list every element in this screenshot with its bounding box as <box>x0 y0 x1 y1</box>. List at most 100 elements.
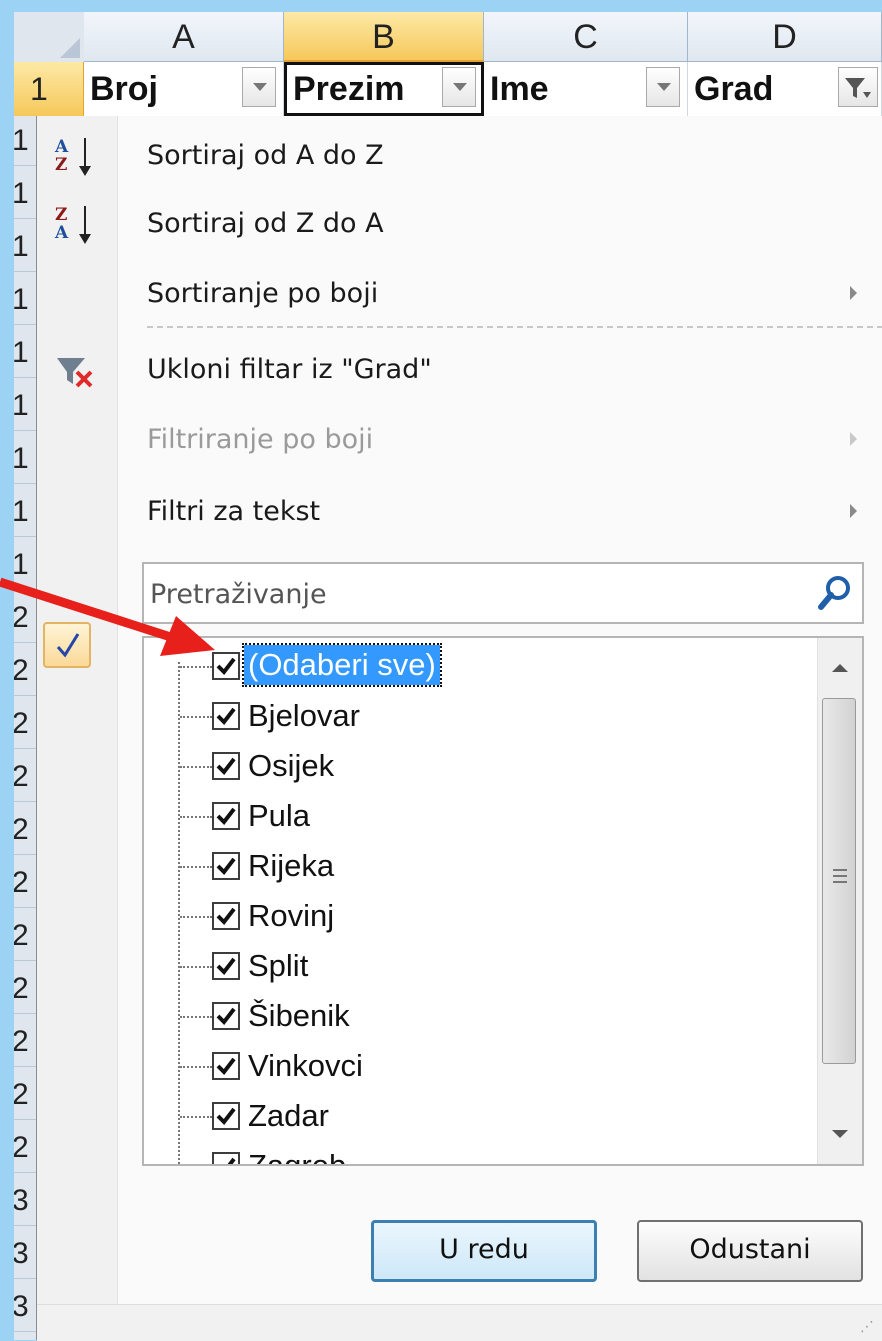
menu-resize-bar: ⋰ <box>37 1304 882 1341</box>
tree-branch <box>180 1016 212 1018</box>
sort-descending-icon: Z A <box>54 205 91 244</box>
corner-triangle-icon <box>60 38 80 58</box>
resize-grip-icon[interactable]: ⋰ <box>860 1319 875 1335</box>
filter-item[interactable]: Rijeka <box>144 842 804 892</box>
filter-item[interactable]: Osijek <box>144 742 804 792</box>
column-header-d[interactable]: D <box>688 12 882 62</box>
checkbox[interactable] <box>212 852 240 880</box>
checkmark-icon <box>216 957 236 976</box>
tree-branch <box>180 816 212 818</box>
checkmark-icon <box>216 757 236 776</box>
checkbox[interactable] <box>212 902 240 930</box>
tree-branch <box>180 1116 212 1118</box>
filter-item-label: Šibenik <box>248 998 350 1033</box>
svg-text:A: A <box>54 223 69 243</box>
checkmark-icon <box>216 1057 236 1076</box>
filter-item-label: Osijek <box>248 748 335 783</box>
checkmark-icon <box>216 807 236 826</box>
tree-branch <box>180 866 212 868</box>
filter-item-label: Rovinj <box>248 898 335 933</box>
select-all-corner[interactable] <box>14 12 85 63</box>
scroll-down-icon[interactable] <box>832 1130 848 1138</box>
search-box <box>142 562 864 624</box>
filter-dropdown-broj[interactable] <box>242 67 276 107</box>
dropdown-arrow-icon <box>453 83 467 91</box>
filter-item-label: Zagreb <box>248 1148 347 1166</box>
filter-item[interactable]: Bjelovar <box>144 692 804 742</box>
checkmark-icon <box>216 857 236 876</box>
checkmark-icon <box>216 1107 236 1126</box>
checkbox[interactable] <box>212 1002 240 1030</box>
checkmark-icon <box>216 707 236 726</box>
tree-branch <box>180 966 212 968</box>
checkbox[interactable] <box>212 952 240 980</box>
autofilter-menu: A Z Sortiraj od A do Z Z A Sortiraj od Z… <box>36 116 882 1341</box>
sort-ascending-icon: A Z <box>54 137 91 176</box>
search-icon[interactable] <box>816 574 854 612</box>
filter-item[interactable]: Zadar <box>144 1092 804 1142</box>
checkbox[interactable] <box>212 752 240 780</box>
sort-az-label: Sortiraj od A do Z <box>147 140 384 171</box>
filter-item-label: Rijeka <box>248 848 335 883</box>
filter-item[interactable]: Zagreb <box>144 1142 804 1166</box>
column-header-a[interactable]: A <box>84 12 284 62</box>
filter-item[interactable]: (Odaberi sve) <box>144 642 804 692</box>
svg-text:Z: Z <box>55 155 67 175</box>
column-header-b[interactable]: B <box>284 12 484 62</box>
submenu-arrow-icon <box>850 432 857 446</box>
dropdown-arrow-icon <box>657 83 671 91</box>
ok-button[interactable]: U redu <box>371 1220 597 1282</box>
sort-by-color-label: Sortiranje po boji <box>147 278 379 309</box>
checkbox[interactable] <box>212 702 240 730</box>
menu-item-sort-by-color[interactable]: Sortiranje po boji <box>37 258 882 328</box>
filter-by-color-label: Filtriranje po boji <box>147 424 374 455</box>
filter-item-label: (Odaberi sve) <box>242 643 442 687</box>
cancel-button[interactable]: Odustani <box>637 1220 863 1282</box>
tree-branch <box>180 716 212 718</box>
scroll-up-icon[interactable] <box>832 664 848 672</box>
text-filters-label: Filtri za tekst <box>147 496 321 527</box>
scroll-grip-icon <box>833 869 847 887</box>
tree-branch <box>180 1066 212 1068</box>
menu-item-text-filters[interactable]: Filtri za tekst <box>37 476 882 546</box>
menu-item-sort-az[interactable]: A Z Sortiraj od A do Z <box>37 120 882 190</box>
scroll-thumb[interactable] <box>822 698 856 1064</box>
checkmark-icon <box>227 1157 236 1164</box>
dropdown-arrow-icon <box>253 83 267 91</box>
filter-dropdown-ime[interactable] <box>646 67 680 107</box>
filter-dropdown-prezime[interactable] <box>442 67 476 107</box>
checkbox[interactable] <box>212 802 240 830</box>
annotation-arrow-icon <box>0 577 215 656</box>
filter-values-list: (Odaberi sve) Bjelovar Osijek Pula Rijeka Rov… <box>142 636 864 1166</box>
filter-item-label: Zadar <box>248 1098 329 1133</box>
filter-item[interactable]: Split <box>144 942 804 992</box>
svg-text:Z: Z <box>55 205 67 225</box>
menu-item-clear-filter[interactable]: Ukloni filtar iz "Grad" <box>37 334 882 404</box>
filter-item-label: Vinkovci <box>248 1048 363 1083</box>
submenu-arrow-icon <box>850 286 857 300</box>
row-header-1[interactable]: 1 <box>14 62 84 116</box>
filter-item[interactable]: Pula <box>144 792 804 842</box>
filter-item[interactable]: Rovinj <box>144 892 804 942</box>
filter-item[interactable]: Vinkovci <box>144 1042 804 1092</box>
checkbox[interactable] <box>212 1052 240 1080</box>
submenu-arrow-icon <box>850 504 857 518</box>
menu-separator <box>147 326 882 328</box>
menu-item-sort-za[interactable]: Z A Sortiraj od Z do A <box>37 188 882 258</box>
filter-dropdown-grad[interactable] <box>838 67 878 107</box>
clear-filter-label: Ukloni filtar iz "Grad" <box>147 354 432 385</box>
tree-branch <box>180 916 212 918</box>
filter-item-label: Pula <box>248 798 311 833</box>
checkbox[interactable] <box>212 1102 240 1130</box>
filter-item[interactable]: Šibenik <box>144 992 804 1042</box>
column-header-c[interactable]: C <box>484 12 688 62</box>
sort-za-label: Sortiraj od Z do A <box>147 208 384 239</box>
search-input[interactable] <box>148 572 792 616</box>
checkbox[interactable] <box>212 1152 240 1164</box>
svg-text:A: A <box>54 137 69 157</box>
filter-funnel-icon <box>845 78 871 98</box>
tree-branch <box>180 766 212 768</box>
checkmark-icon <box>216 907 236 926</box>
filter-item-label: Split <box>248 948 309 983</box>
vertical-scrollbar[interactable] <box>817 638 862 1164</box>
